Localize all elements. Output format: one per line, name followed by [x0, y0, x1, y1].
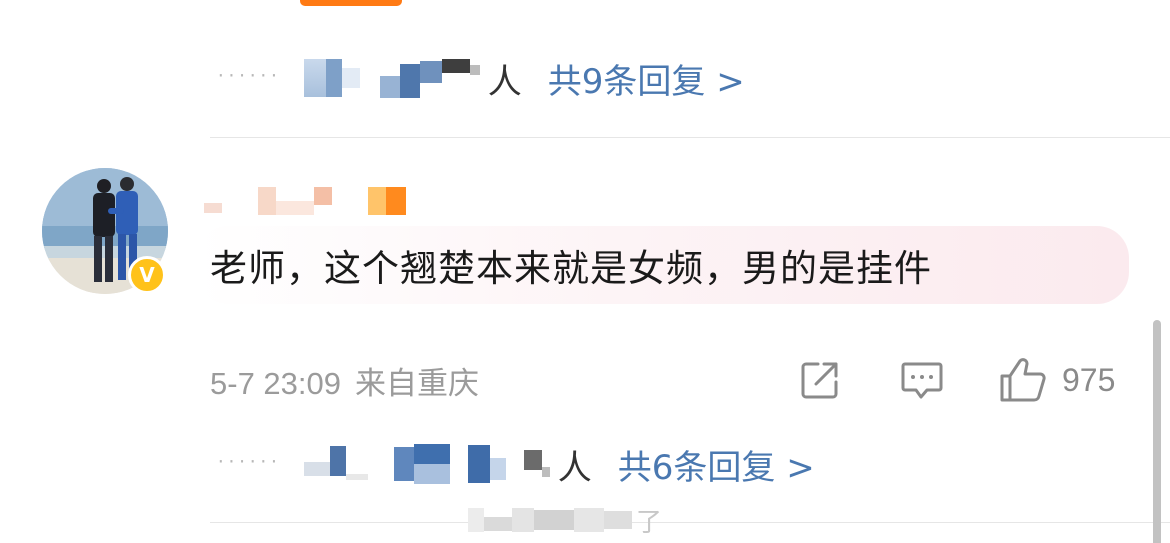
view-replies-link[interactable]: 共6条回复 >	[618, 440, 815, 489]
comment-thread-page: ······ 人 共9条回复 > V 老师，这个翘楚本来就是女频，男的是挂件 5…	[0, 0, 1170, 543]
reply-connector-dots: ······	[216, 451, 280, 471]
reply-connector-dots: ······	[216, 65, 280, 85]
like-button[interactable]: 975	[998, 356, 1115, 404]
comment-meta: 5-7 23:09 来自重庆	[210, 358, 479, 403]
comment-button[interactable]	[899, 356, 945, 404]
scrollbar[interactable]	[1153, 320, 1161, 543]
view-replies-link[interactable]: 共9条回复 >	[548, 54, 745, 103]
share-button[interactable]	[798, 356, 842, 404]
reply-preview-row[interactable]: ······ 人 共9条回复 >	[216, 53, 745, 103]
obscured-replier-names	[303, 444, 550, 484]
reply-preview-suffix: 人	[487, 61, 522, 102]
bottom-toast-tail: 了	[636, 507, 663, 538]
share-icon	[801, 362, 838, 399]
comment-location: 来自重庆	[355, 366, 479, 402]
comment-divider	[210, 522, 1170, 523]
obscured-username[interactable]	[204, 184, 406, 218]
thumbs-up-icon	[1000, 358, 1046, 402]
obscured-replier-names	[303, 58, 480, 98]
verified-badge-icon: V	[128, 256, 166, 294]
comment-bubble[interactable]: 老师，这个翘楚本来就是女频，男的是挂件	[196, 226, 1129, 304]
orange-tab-indicator	[300, 0, 402, 6]
comment-divider	[210, 137, 1170, 138]
comment-icon	[901, 362, 943, 399]
reply-preview-suffix: 人	[557, 447, 592, 488]
comment-timestamp: 5-7 23:09	[210, 366, 341, 401]
obscured-bottom-text: 了	[468, 500, 662, 540]
comment-text: 老师，这个翘楚本来就是女频，男的是挂件	[210, 247, 932, 290]
reply-preview-row[interactable]: ······ 人 共6条回复 >	[216, 439, 815, 489]
like-count: 975	[1062, 361, 1116, 398]
